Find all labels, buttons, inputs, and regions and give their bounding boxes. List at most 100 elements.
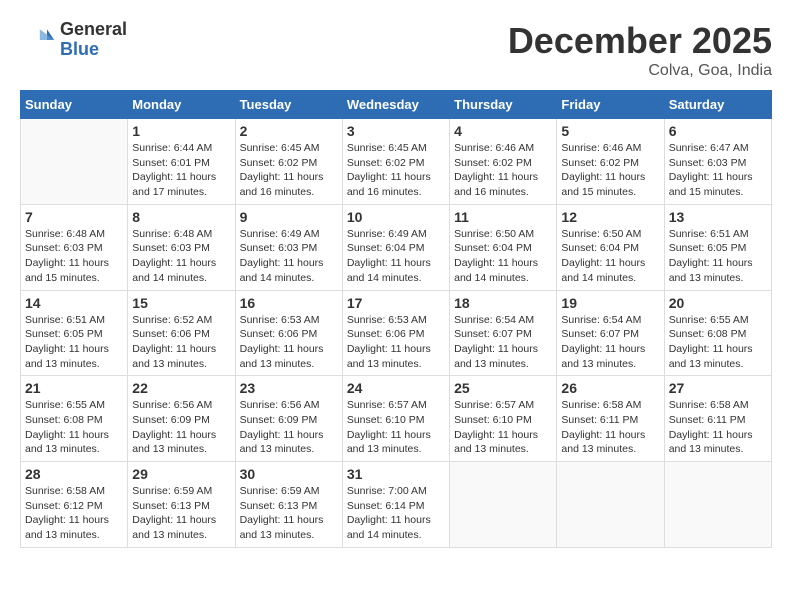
day-info: Sunrise: 6:59 AMSunset: 6:13 PMDaylight:…: [132, 484, 230, 543]
calendar-day: 18 Sunrise: 6:54 AMSunset: 6:07 PMDayligh…: [450, 290, 557, 376]
calendar-day: 19 Sunrise: 6:54 AMSunset: 6:07 PMDayligh…: [557, 290, 664, 376]
calendar-week-2: 7Sunrise: 6:48 AMSunset: 6:03 PMDaylight…: [21, 204, 772, 290]
calendar-day: 24 Sunrise: 6:57 AMSunset: 6:10 PMDayligh…: [342, 376, 449, 462]
day-info: Sunrise: 6:53 AMSunset: 6:06 PMDaylight:…: [240, 313, 338, 372]
calendar-day: 21 Sunrise: 6:55 AMSunset: 6:08 PMDayligh…: [21, 376, 128, 462]
day-number: 3: [347, 123, 445, 139]
day-number: 14: [25, 295, 123, 311]
day-info: Sunrise: 6:53 AMSunset: 6:06 PMDaylight:…: [347, 313, 445, 372]
day-number: 9: [240, 209, 338, 225]
calendar-table: SundayMondayTuesdayWednesdayThursdayFrid…: [20, 90, 772, 548]
day-info: Sunrise: 6:58 AMSunset: 6:12 PMDaylight:…: [25, 484, 123, 543]
day-info: Sunrise: 6:49 AMSunset: 6:03 PMDaylight:…: [240, 227, 338, 286]
calendar-day: 26Sunrise: 6:58 AMSunset: 6:11 PMDayligh…: [557, 376, 664, 462]
day-number: 29: [132, 466, 230, 482]
calendar-day: 3 Sunrise: 6:45 AMSunset: 6:02 PMDaylight…: [342, 119, 449, 205]
day-info: Sunrise: 6:58 AMSunset: 6:11 PMDaylight:…: [669, 398, 767, 457]
day-number: 30: [240, 466, 338, 482]
calendar-day: 30 Sunrise: 6:59 AMSunset: 6:13 PMDayligh…: [235, 462, 342, 548]
day-info: Sunrise: 6:46 AMSunset: 6:02 PMDaylight:…: [561, 141, 659, 200]
calendar-day: 14 Sunrise: 6:51 AMSunset: 6:05 PMDayligh…: [21, 290, 128, 376]
calendar-day: 9 Sunrise: 6:49 AMSunset: 6:03 PMDaylight…: [235, 204, 342, 290]
logo-icon: [20, 22, 56, 58]
day-number: 27: [669, 380, 767, 396]
calendar-day: 29 Sunrise: 6:59 AMSunset: 6:13 PMDayligh…: [128, 462, 235, 548]
calendar-day: 10 Sunrise: 6:49 AMSunset: 6:04 PMDayligh…: [342, 204, 449, 290]
title-block: December 2025 Colva, Goa, India: [508, 20, 772, 80]
day-number: 18: [454, 295, 552, 311]
day-number: 24: [347, 380, 445, 396]
header-thursday: Thursday: [450, 91, 557, 119]
header-saturday: Saturday: [664, 91, 771, 119]
calendar-day: 23 Sunrise: 6:56 AMSunset: 6:09 PMDayligh…: [235, 376, 342, 462]
calendar-day: 16 Sunrise: 6:53 AMSunset: 6:06 PMDayligh…: [235, 290, 342, 376]
month-title: December 2025: [508, 20, 772, 62]
header-tuesday: Tuesday: [235, 91, 342, 119]
day-info: Sunrise: 6:48 AMSunset: 6:03 PMDaylight:…: [25, 227, 123, 286]
day-info: Sunrise: 6:58 AMSunset: 6:11 PMDaylight:…: [561, 398, 659, 457]
header-sunday: Sunday: [21, 91, 128, 119]
day-info: Sunrise: 6:57 AMSunset: 6:10 PMDaylight:…: [347, 398, 445, 457]
day-info: Sunrise: 6:59 AMSunset: 6:13 PMDaylight:…: [240, 484, 338, 543]
day-info: Sunrise: 6:54 AMSunset: 6:07 PMDaylight:…: [454, 313, 552, 372]
logo: General Blue: [20, 20, 127, 60]
day-number: 19: [561, 295, 659, 311]
day-number: 11: [454, 209, 552, 225]
day-info: Sunrise: 6:45 AMSunset: 6:02 PMDaylight:…: [240, 141, 338, 200]
day-number: 6: [669, 123, 767, 139]
calendar-week-3: 14 Sunrise: 6:51 AMSunset: 6:05 PMDayligh…: [21, 290, 772, 376]
day-number: 22: [132, 380, 230, 396]
day-info: Sunrise: 6:50 AMSunset: 6:04 PMDaylight:…: [454, 227, 552, 286]
calendar-day: 31Sunrise: 7:00 AMSunset: 6:14 PMDayligh…: [342, 462, 449, 548]
day-number: 25: [454, 380, 552, 396]
calendar-day: 12Sunrise: 6:50 AMSunset: 6:04 PMDayligh…: [557, 204, 664, 290]
day-info: Sunrise: 6:56 AMSunset: 6:09 PMDaylight:…: [132, 398, 230, 457]
day-number: 21: [25, 380, 123, 396]
calendar-day: 2 Sunrise: 6:45 AMSunset: 6:02 PMDaylight…: [235, 119, 342, 205]
calendar-day: [450, 462, 557, 548]
day-info: Sunrise: 6:54 AMSunset: 6:07 PMDaylight:…: [561, 313, 659, 372]
location: Colva, Goa, India: [508, 62, 772, 80]
calendar-day: 4Sunrise: 6:46 AMSunset: 6:02 PMDaylight…: [450, 119, 557, 205]
day-info: Sunrise: 7:00 AMSunset: 6:14 PMDaylight:…: [347, 484, 445, 543]
calendar-day: [21, 119, 128, 205]
header-monday: Monday: [128, 91, 235, 119]
day-number: 13: [669, 209, 767, 225]
day-info: Sunrise: 6:55 AMSunset: 6:08 PMDaylight:…: [25, 398, 123, 457]
day-number: 1: [132, 123, 230, 139]
logo-blue: Blue: [60, 39, 99, 59]
calendar-day: 6Sunrise: 6:47 AMSunset: 6:03 PMDaylight…: [664, 119, 771, 205]
calendar-day: 13 Sunrise: 6:51 AMSunset: 6:05 PMDayligh…: [664, 204, 771, 290]
day-info: Sunrise: 6:48 AMSunset: 6:03 PMDaylight:…: [132, 227, 230, 286]
day-info: Sunrise: 6:57 AMSunset: 6:10 PMDaylight:…: [454, 398, 552, 457]
calendar-day: 5 Sunrise: 6:46 AMSunset: 6:02 PMDaylight…: [557, 119, 664, 205]
day-info: Sunrise: 6:51 AMSunset: 6:05 PMDaylight:…: [669, 227, 767, 286]
day-number: 23: [240, 380, 338, 396]
day-number: 10: [347, 209, 445, 225]
day-number: 2: [240, 123, 338, 139]
calendar-header-row: SundayMondayTuesdayWednesdayThursdayFrid…: [21, 91, 772, 119]
calendar-day: 7Sunrise: 6:48 AMSunset: 6:03 PMDaylight…: [21, 204, 128, 290]
calendar-day: 1 Sunrise: 6:44 AMSunset: 6:01 PMDaylight…: [128, 119, 235, 205]
day-number: 5: [561, 123, 659, 139]
calendar-day: 27 Sunrise: 6:58 AMSunset: 6:11 PMDayligh…: [664, 376, 771, 462]
day-number: 15: [132, 295, 230, 311]
day-number: 16: [240, 295, 338, 311]
day-info: Sunrise: 6:44 AMSunset: 6:01 PMDaylight:…: [132, 141, 230, 200]
calendar-week-4: 21 Sunrise: 6:55 AMSunset: 6:08 PMDayligh…: [21, 376, 772, 462]
day-info: Sunrise: 6:46 AMSunset: 6:02 PMDaylight:…: [454, 141, 552, 200]
logo-general: General: [60, 19, 127, 39]
day-info: Sunrise: 6:56 AMSunset: 6:09 PMDaylight:…: [240, 398, 338, 457]
calendar-day: 11 Sunrise: 6:50 AMSunset: 6:04 PMDayligh…: [450, 204, 557, 290]
calendar-day: 8 Sunrise: 6:48 AMSunset: 6:03 PMDaylight…: [128, 204, 235, 290]
day-info: Sunrise: 6:49 AMSunset: 6:04 PMDaylight:…: [347, 227, 445, 286]
day-number: 8: [132, 209, 230, 225]
day-info: Sunrise: 6:51 AMSunset: 6:05 PMDaylight:…: [25, 313, 123, 372]
day-info: Sunrise: 6:45 AMSunset: 6:02 PMDaylight:…: [347, 141, 445, 200]
calendar-day: 15Sunrise: 6:52 AMSunset: 6:06 PMDayligh…: [128, 290, 235, 376]
calendar-week-5: 28Sunrise: 6:58 AMSunset: 6:12 PMDayligh…: [21, 462, 772, 548]
day-number: 17: [347, 295, 445, 311]
day-number: 12: [561, 209, 659, 225]
calendar-week-1: 1 Sunrise: 6:44 AMSunset: 6:01 PMDaylight…: [21, 119, 772, 205]
calendar-day: [557, 462, 664, 548]
